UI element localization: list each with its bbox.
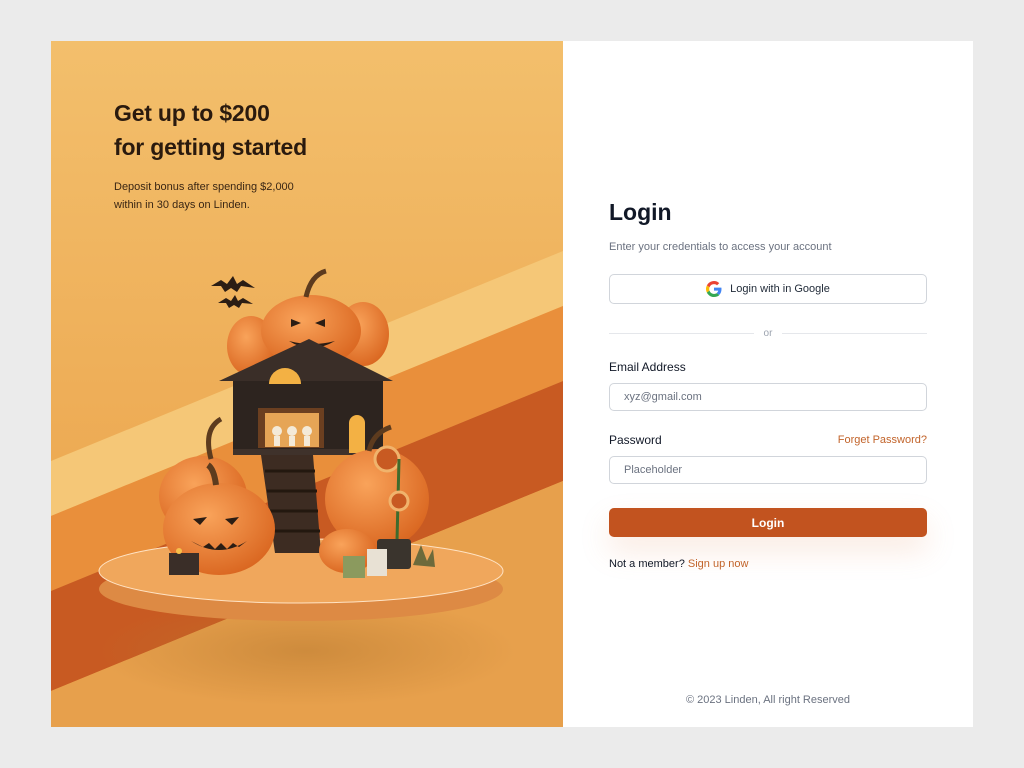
login-title: Login xyxy=(609,199,672,225)
google-login-button[interactable]: Login with in Google xyxy=(609,274,927,304)
signup-row: Not a member? Sign up now xyxy=(609,558,748,570)
promo-subtitle-line1: Deposit bonus after spending $2,000 xyxy=(114,181,294,193)
promo-title-line2: for getting started xyxy=(114,134,307,160)
not-member-text: Not a member? xyxy=(609,558,685,570)
google-icon xyxy=(706,281,722,297)
login-button[interactable]: Login xyxy=(609,508,927,537)
google-login-label: Login with in Google xyxy=(730,283,830,295)
footer-copyright: © 2023 Linden, All right Reserved xyxy=(685,694,851,706)
promo-panel: Get up to $200 for getting started Depos… xyxy=(51,41,563,727)
divider-text: or xyxy=(763,327,773,339)
email-field[interactable] xyxy=(609,383,927,411)
forgot-password-link[interactable]: Forget Password? xyxy=(838,434,927,446)
divider-line-right xyxy=(782,332,927,334)
login-subtitle: Enter your credentials to access your ac… xyxy=(609,241,832,253)
promo-title-line1: Get up to $200 xyxy=(114,100,270,126)
promo-subtitle-line2: within in 30 days on Linden. xyxy=(114,199,250,211)
divider-line-left xyxy=(609,332,754,334)
login-card: Get up to $200 for getting started Depos… xyxy=(51,41,973,727)
email-label: Email Address xyxy=(609,360,686,374)
or-divider: or xyxy=(609,327,927,339)
promo-title: Get up to $200 for getting started xyxy=(114,96,444,164)
login-panel: Login Enter your credentials to access y… xyxy=(563,41,973,727)
promo-text: Get up to $200 for getting started Depos… xyxy=(114,96,444,214)
password-field[interactable] xyxy=(609,456,927,484)
password-label: Password xyxy=(609,433,662,447)
signup-link[interactable]: Sign up now xyxy=(688,558,749,570)
promo-subtitle: Deposit bonus after spending $2,000 with… xyxy=(114,178,314,214)
